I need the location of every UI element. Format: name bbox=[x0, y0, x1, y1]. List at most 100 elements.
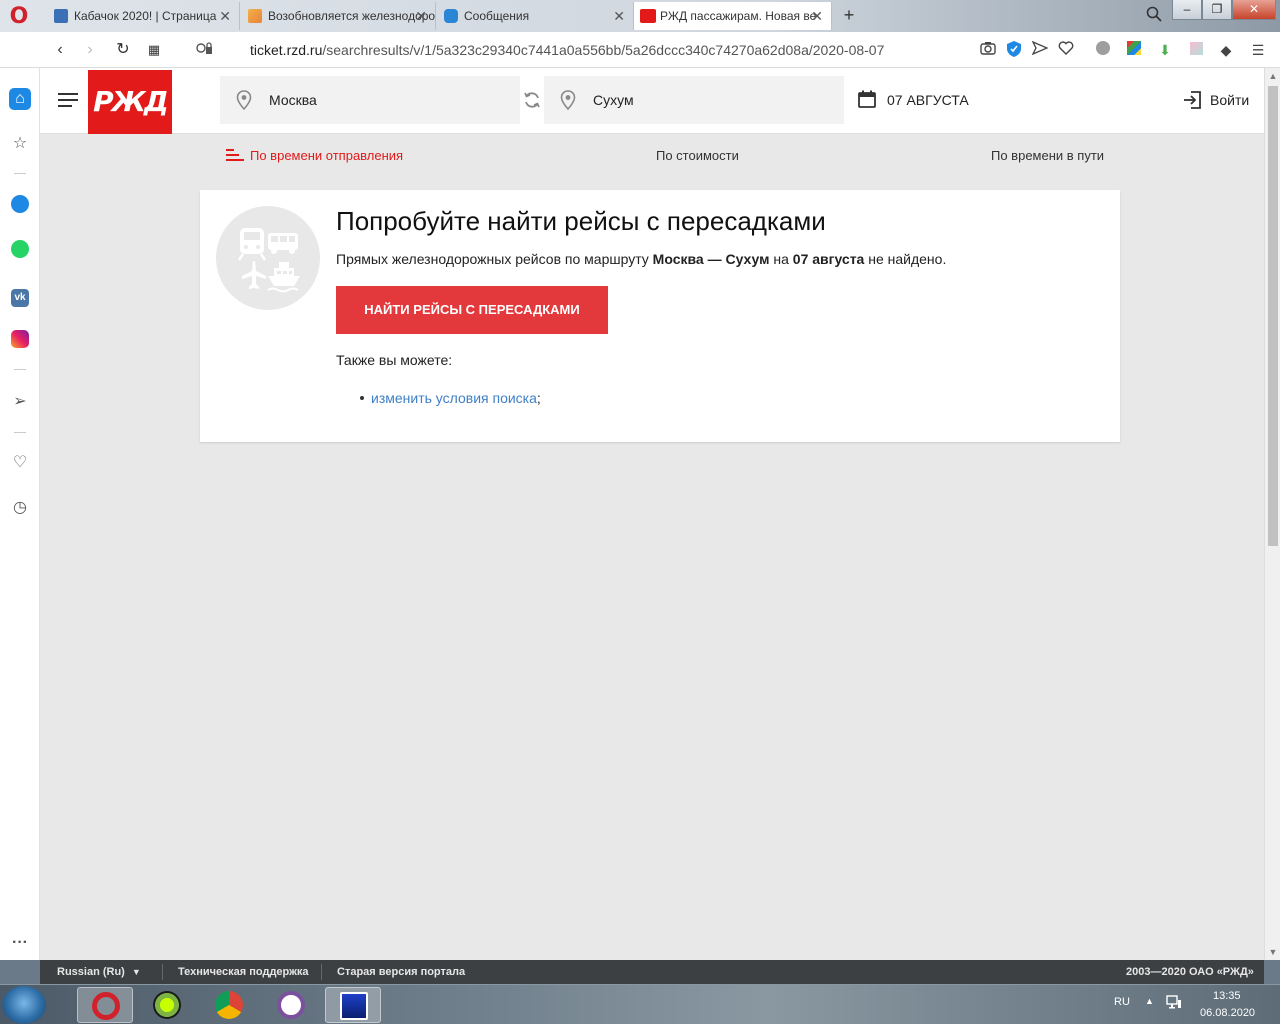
desc-suffix: не найдено. bbox=[868, 251, 947, 267]
network-icon[interactable] bbox=[1166, 994, 1182, 1013]
tab-favicon-icon bbox=[640, 9, 656, 23]
page-viewport: РЖД Москва Сухум 07 АВГУСТА Войти По вре… bbox=[40, 68, 1264, 960]
no-results-title: Попробуйте найти рейсы с пересадками bbox=[336, 206, 826, 236]
chevron-down-icon: ▼ bbox=[131, 967, 141, 977]
taskbar-chrome[interactable] bbox=[201, 987, 257, 1023]
tab-title: Кабачок 2020! | Страница bbox=[74, 9, 217, 23]
from-city-field[interactable]: Москва bbox=[220, 76, 520, 124]
support-link[interactable]: Техническая поддержка bbox=[178, 966, 309, 978]
new-tab-icon[interactable]: + bbox=[838, 4, 860, 26]
tab-close-icon[interactable]: ✕ bbox=[811, 2, 823, 30]
home-icon[interactable]: ⌂ bbox=[9, 88, 31, 110]
extension-cube-icon[interactable] bbox=[1187, 41, 1205, 59]
ship-icon bbox=[267, 262, 300, 293]
reload-icon[interactable]: ↻ bbox=[113, 40, 133, 60]
tab-close-icon[interactable]: ✕ bbox=[415, 2, 427, 30]
browser-tab[interactable]: Возобновляется железнодорожное ✕ bbox=[240, 2, 436, 30]
extension-color-icon[interactable] bbox=[1125, 41, 1143, 59]
sort-by-duration[interactable]: По времени в пути bbox=[991, 148, 1104, 163]
scroll-thumb[interactable] bbox=[1268, 86, 1278, 546]
old-version-link[interactable]: Старая версия портала bbox=[337, 966, 465, 978]
sort-by-departure[interactable]: По времени отправления bbox=[226, 148, 403, 163]
tray-expand-icon[interactable]: ▲ bbox=[1145, 996, 1154, 1006]
browser-tab[interactable]: Кабачок 2020! | Страница ✕ bbox=[46, 2, 240, 30]
page-scrollbar[interactable]: ▲ ▼ bbox=[1264, 68, 1280, 960]
keyboard-language[interactable]: RU bbox=[1114, 996, 1130, 1008]
scroll-down-icon[interactable]: ▼ bbox=[1265, 944, 1280, 960]
url-field[interactable]: ticket.rzd.ru/searchresults/v/1/5a323c29… bbox=[250, 42, 884, 58]
desc-prefix: Прямых железнодорожных рейсов по маршрут… bbox=[336, 251, 649, 267]
taskbar-opera[interactable] bbox=[77, 987, 133, 1023]
transport-modes-illustration bbox=[216, 206, 320, 310]
personal-news-heart-icon[interactable]: ♡ bbox=[9, 452, 31, 474]
to-city-field[interactable]: Сухум bbox=[544, 76, 844, 124]
minimize-icon[interactable]: – bbox=[1172, 0, 1202, 20]
sort-lines-icon bbox=[226, 149, 244, 161]
forward-icon[interactable]: › bbox=[80, 40, 100, 60]
close-window-icon[interactable]: ✕ bbox=[1232, 0, 1276, 20]
find-transfers-button[interactable]: Найти рейсы с пересадками bbox=[336, 286, 608, 334]
change-search-link[interactable]: изменить условия поиска bbox=[371, 390, 537, 406]
taskbar-xp-app[interactable] bbox=[325, 987, 381, 1023]
tab-favicon-icon bbox=[444, 9, 458, 23]
download-extension-icon[interactable]: ⬇ bbox=[1156, 41, 1174, 59]
bus-icon bbox=[268, 233, 298, 254]
vk-icon[interactable]: vk bbox=[9, 285, 31, 307]
whatsapp-icon[interactable] bbox=[9, 240, 31, 262]
easy-setup-icon[interactable]: ☰ bbox=[1249, 41, 1267, 59]
start-button[interactable] bbox=[2, 986, 46, 1024]
history-clock-icon[interactable]: ◷ bbox=[9, 497, 31, 519]
desc-on: на bbox=[773, 251, 789, 267]
opera-icon bbox=[92, 992, 120, 1020]
tab-title: Сообщения bbox=[464, 9, 530, 23]
tab-favicon-icon bbox=[54, 9, 68, 23]
login-label: Войти bbox=[1210, 92, 1250, 108]
tab-close-icon[interactable]: ✕ bbox=[219, 2, 231, 30]
snapshot-icon[interactable] bbox=[979, 41, 997, 59]
browser-tab-active[interactable]: РЖД пассажирам. Новая ве ✕ bbox=[634, 2, 832, 30]
url-host: ticket.rzd.ru bbox=[250, 42, 323, 58]
swap-cities-icon[interactable] bbox=[522, 90, 542, 110]
send-icon[interactable] bbox=[1031, 40, 1049, 59]
site-info-icon[interactable] bbox=[194, 40, 214, 60]
messenger-icon[interactable] bbox=[9, 195, 31, 217]
opera-menu-icon[interactable]: O bbox=[8, 6, 30, 28]
taskbar-viber[interactable] bbox=[263, 987, 319, 1023]
no-results-card: Попробуйте найти рейсы с пересадками Пря… bbox=[200, 190, 1120, 442]
back-icon[interactable]: ‹ bbox=[50, 40, 70, 60]
floppy-xp-icon bbox=[340, 992, 368, 1020]
language-label: Russian (Ru) bbox=[57, 966, 125, 978]
url-path: /searchresults/v/1/5a323c29340c7441a0a55… bbox=[322, 42, 885, 58]
train-icon bbox=[237, 228, 267, 261]
rzd-logo[interactable]: РЖД bbox=[88, 70, 172, 134]
language-selector[interactable]: Russian (Ru) ▼ bbox=[57, 966, 141, 978]
bullet-dot bbox=[360, 396, 364, 400]
tab-close-icon[interactable]: ✕ bbox=[613, 2, 625, 30]
taskbar-icq[interactable] bbox=[139, 987, 195, 1023]
extension-globe-icon[interactable] bbox=[1094, 41, 1112, 59]
date-value: 07 АВГУСТА bbox=[887, 92, 969, 108]
tab-search-icon[interactable] bbox=[1146, 6, 1162, 25]
vpn-shield-icon[interactable] bbox=[1005, 41, 1023, 59]
login-icon bbox=[1184, 91, 1201, 109]
sort-bar: По времени отправления По стоимости По в… bbox=[40, 134, 1264, 176]
bookmarks-star-icon[interactable]: ☆ bbox=[9, 133, 31, 155]
maximize-icon[interactable]: ❐ bbox=[1202, 0, 1232, 20]
speed-dial-icon[interactable]: ▦ bbox=[144, 40, 164, 60]
bookmark-heart-icon[interactable] bbox=[1057, 41, 1075, 59]
extension-box-icon[interactable]: ◆ bbox=[1217, 41, 1235, 59]
menu-burger-icon[interactable] bbox=[58, 93, 78, 107]
clock-date[interactable]: 06.08.2020 bbox=[1200, 1007, 1255, 1019]
sort-by-price[interactable]: По стоимости bbox=[656, 148, 739, 163]
location-pin-icon bbox=[560, 90, 576, 110]
sidebar-more-icon[interactable]: ··· bbox=[9, 932, 31, 954]
scroll-up-icon[interactable]: ▲ bbox=[1265, 68, 1280, 84]
footer-divider bbox=[321, 964, 322, 980]
plane-icon bbox=[242, 261, 266, 289]
no-results-description: Прямых железнодорожных рейсов по маршрут… bbox=[336, 251, 946, 267]
instagram-icon[interactable] bbox=[9, 330, 31, 352]
clock-time[interactable]: 13:35 bbox=[1213, 990, 1241, 1002]
viber-icon bbox=[277, 991, 305, 1019]
flow-send-icon[interactable]: ➢ bbox=[9, 391, 31, 413]
browser-tab[interactable]: Сообщения ✕ bbox=[436, 2, 634, 30]
